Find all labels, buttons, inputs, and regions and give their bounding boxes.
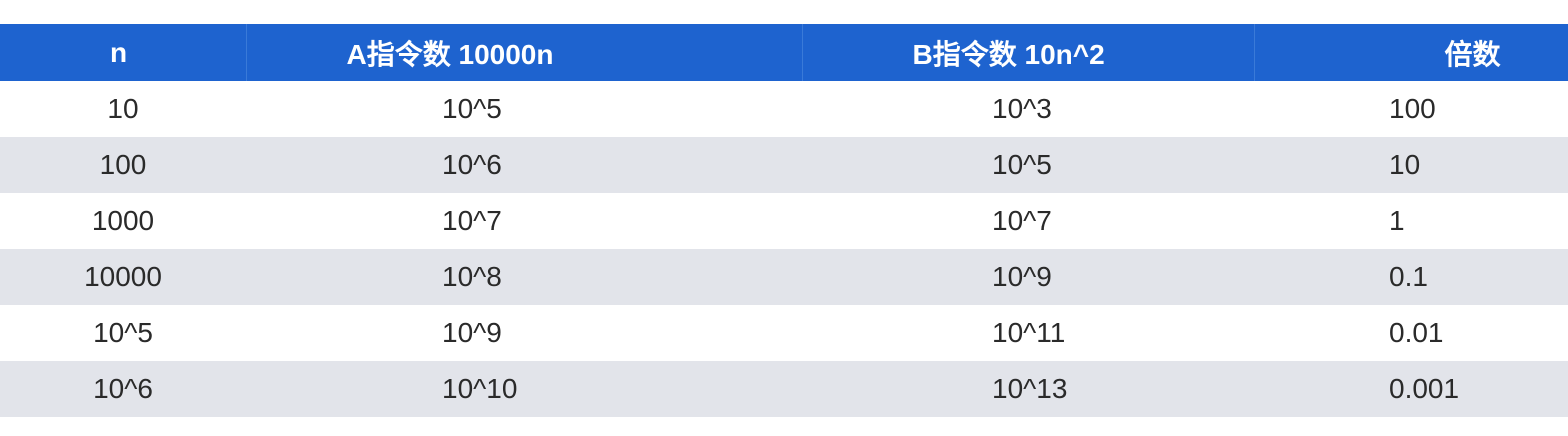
table-header: n A指令数 10000n B指令数 10n^2 倍数: [0, 24, 1568, 81]
cell-n: 10000: [84, 261, 162, 292]
cell-b: 10^13: [992, 373, 1068, 404]
cell-b: 10^3: [992, 93, 1052, 124]
table-row: 1000 10^7 10^7 1: [0, 193, 1568, 249]
cell-a: 10^9: [442, 317, 502, 348]
cell-ratio: 0.01: [1389, 317, 1444, 348]
cell-b: 10^5: [992, 149, 1052, 180]
table-row: 100 10^6 10^5 10: [0, 137, 1568, 193]
cell-b: 10^9: [992, 261, 1052, 292]
cell-n: 1000: [91, 205, 155, 236]
cell-n: 10^6: [93, 373, 153, 404]
cell-a: 10^7: [442, 205, 502, 236]
cell-n: 10^5: [93, 317, 153, 348]
table-row: 10000 10^8 10^9 0.1: [0, 249, 1568, 305]
cell-ratio: 10: [1389, 149, 1421, 180]
complexity-comparison-table: n A指令数 10000n B指令数 10n^2 倍数 10 10^5 10^3…: [0, 24, 1568, 417]
table-body: 10 10^5 10^3 100 100 10^6 10^5 10 1000 1…: [0, 81, 1568, 417]
cell-ratio: 0.001: [1389, 373, 1460, 404]
column-header-n: n: [0, 24, 247, 81]
cell-ratio: 1: [1389, 205, 1405, 236]
cell-a: 10^10: [442, 373, 518, 404]
cell-b: 10^7: [992, 205, 1052, 236]
cell-ratio: 100: [1389, 93, 1436, 124]
slide-page: n A指令数 10000n B指令数 10n^2 倍数 10 10^5 10^3…: [0, 0, 1568, 436]
column-header-a-instructions: A指令数 10000n: [246, 24, 803, 81]
table-row: 10^6 10^10 10^13 0.001: [0, 361, 1568, 417]
cell-n: 10: [107, 93, 139, 124]
column-header-ratio: 倍数: [1444, 38, 1501, 70]
cell-n: 100: [99, 149, 147, 180]
cell-a: 10^5: [442, 93, 502, 124]
table-row: 10^5 10^9 10^11 0.01: [0, 305, 1568, 361]
cell-b: 10^11: [992, 317, 1066, 348]
cell-a: 10^8: [442, 261, 502, 292]
table-row: 10 10^5 10^3 100: [0, 81, 1568, 137]
cell-a: 10^6: [442, 149, 502, 180]
header-row: n A指令数 10000n B指令数 10n^2 倍数: [0, 24, 1568, 81]
cell-ratio: 0.1: [1389, 261, 1428, 292]
column-header-b-instructions: B指令数 10n^2: [802, 24, 1255, 81]
